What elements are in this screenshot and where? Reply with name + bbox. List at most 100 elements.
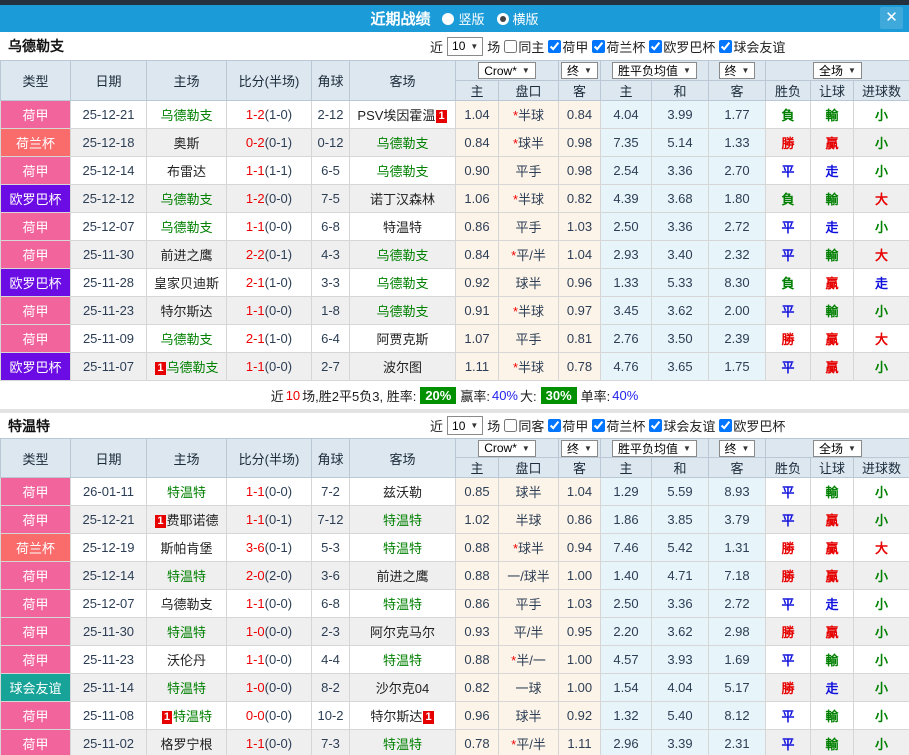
avg-home-cell: 2.76 (601, 325, 652, 353)
final-select-2[interactable]: 终▼ (719, 440, 756, 457)
avg-draw-cell: 3.85 (652, 506, 709, 534)
odds-home-cell: 0.91 (456, 297, 499, 325)
odds-away-cell: 0.96 (559, 269, 601, 297)
date-cell: 26-01-11 (71, 478, 147, 506)
team-name-text: 特尔斯达 (370, 709, 422, 724)
corners-cell: 7-2 (312, 478, 350, 506)
same-venue-checkbox[interactable] (504, 419, 517, 432)
league-label: 欧罗巴杯 (663, 37, 715, 56)
team-name-text: 沃伦丹 (167, 653, 206, 668)
league-checkbox[interactable] (719, 419, 732, 432)
league-checkbox[interactable] (592, 419, 605, 432)
handicap-text: 半球 (518, 304, 544, 319)
avg-home-cell: 1.29 (601, 478, 652, 506)
filter-bar: 近 10 ▼ 场 同主 荷甲 荷兰杯 欧罗巴杯 球会友谊 (430, 37, 785, 56)
away-team-cell: 特尔斯达1 (350, 702, 456, 730)
avg-draw-cell: 4.04 (652, 674, 709, 702)
avg-select[interactable]: 胜平负均值▼ (612, 440, 697, 457)
close-icon[interactable]: ✕ (880, 7, 903, 29)
league-checkbox[interactable] (548, 419, 561, 432)
bookmaker-select-value: Crow* (484, 441, 517, 455)
handicap-text: 平手 (515, 220, 541, 235)
match-row: 荷甲25-11-23沃伦丹1-1(0-0)4-4特温特0.88*半/一1.004… (1, 646, 909, 674)
team-name-text: 乌德勒支 (160, 597, 212, 612)
league-checkbox[interactable] (592, 40, 605, 53)
league-cell: 荷甲 (1, 506, 71, 534)
match-count-select[interactable]: 10 ▼ (447, 416, 483, 435)
same-venue-checkbox[interactable] (504, 40, 517, 53)
scope-select[interactable]: 全场▼ (813, 62, 862, 79)
team-name-text: 乌德勒支 (376, 164, 428, 179)
away-team-cell: 阿贾克斯 (350, 325, 456, 353)
team-name-text: 特温特 (167, 681, 206, 696)
chevron-down-icon: ▼ (742, 66, 750, 75)
home-team-cell: 特温特 (147, 674, 227, 702)
league-checkbox[interactable] (719, 40, 732, 53)
league-checkbox[interactable] (548, 40, 561, 53)
avg-draw-cell: 3.65 (652, 353, 709, 381)
league-cell: 荷甲 (1, 157, 71, 185)
fulltime-score: 2-1 (246, 275, 265, 290)
halftime-score: (0-0) (265, 219, 292, 234)
odds-home-cell: 1.02 (456, 506, 499, 534)
handicap-result-cell: 贏 (811, 506, 854, 534)
league-cell: 荷甲 (1, 702, 71, 730)
handicap-result-cell: 走 (811, 213, 854, 241)
match-count-select[interactable]: 10 ▼ (447, 37, 483, 56)
avg-away-cell: 2.70 (709, 157, 766, 185)
scope-select[interactable]: 全场▼ (813, 440, 862, 457)
final-select[interactable]: 终▼ (561, 62, 598, 79)
result-cell: 平 (766, 478, 811, 506)
col-header-type: 类型 (1, 439, 71, 478)
result-cell: 平 (766, 702, 811, 730)
handicap-result-cell: 贏 (811, 269, 854, 297)
odds-home-cell: 1.11 (456, 353, 499, 381)
halftime-score: (0-1) (265, 247, 292, 262)
score-cell: 2-2(0-1) (227, 241, 312, 269)
corners-cell: 8-2 (312, 674, 350, 702)
bookmaker-select[interactable]: Crow*▼ (478, 440, 536, 457)
final-select-2[interactable]: 终▼ (719, 62, 756, 79)
col-header-type: 类型 (1, 61, 71, 101)
avg-home-cell: 3.45 (601, 297, 652, 325)
result-cell: 負 (766, 185, 811, 213)
vertical-layout-radio[interactable] (442, 13, 454, 25)
league-cell: 荷甲 (1, 325, 71, 353)
match-row: 荷甲25-12-14布雷达1-1(1-1)6-5乌德勒支0.90平手0.982.… (1, 157, 909, 185)
league-cell: 欧罗巴杯 (1, 185, 71, 213)
chevron-down-icon: ▼ (470, 421, 478, 430)
handicap-result-cell: 贏 (811, 618, 854, 646)
summary-text: 场,胜2平5负3, 胜率: (302, 386, 416, 405)
fulltime-score: 1-1 (246, 652, 265, 667)
handicap-cell: *半球 (499, 297, 559, 325)
halftime-score: (0-1) (265, 512, 292, 527)
final-select[interactable]: 终▼ (561, 440, 598, 457)
odds-away-cell: 1.00 (559, 646, 601, 674)
bookmaker-select[interactable]: Crow*▼ (478, 62, 536, 79)
league-checkbox[interactable] (649, 419, 662, 432)
result-cell: 負 (766, 101, 811, 129)
avg-away-cell: 8.93 (709, 478, 766, 506)
league-checkbox[interactable] (649, 40, 662, 53)
avg-select-value: 胜平负均值 (618, 62, 678, 79)
horizontal-layout-radio[interactable] (497, 13, 509, 25)
result-cell: 平 (766, 297, 811, 325)
win-rate-badge: 20% (420, 387, 456, 404)
team-name-text: 皇家贝迪斯 (154, 276, 219, 291)
handicap-cell: 平手 (499, 213, 559, 241)
avg-draw-cell: 3.99 (652, 101, 709, 129)
league-filter-option: 荷甲 (544, 37, 588, 56)
avg-draw-cell: 5.59 (652, 478, 709, 506)
halftime-score: (0-1) (265, 135, 292, 150)
final-select-value: 终 (567, 62, 579, 79)
handicap-cell: 平手 (499, 157, 559, 185)
sub-header-goals: 进球数 (854, 81, 909, 101)
away-team-cell: 波尔图 (350, 353, 456, 381)
sub-header-handicap: 盘口 (499, 458, 559, 478)
same-venue-option: 同主 (500, 37, 544, 56)
avg-select[interactable]: 胜平负均值▼ (612, 62, 697, 79)
corners-cell: 0-12 (312, 129, 350, 157)
near-label: 近 (430, 416, 443, 435)
red-card-badge: 1 (155, 362, 165, 375)
halftime-score: (0-0) (265, 191, 292, 206)
